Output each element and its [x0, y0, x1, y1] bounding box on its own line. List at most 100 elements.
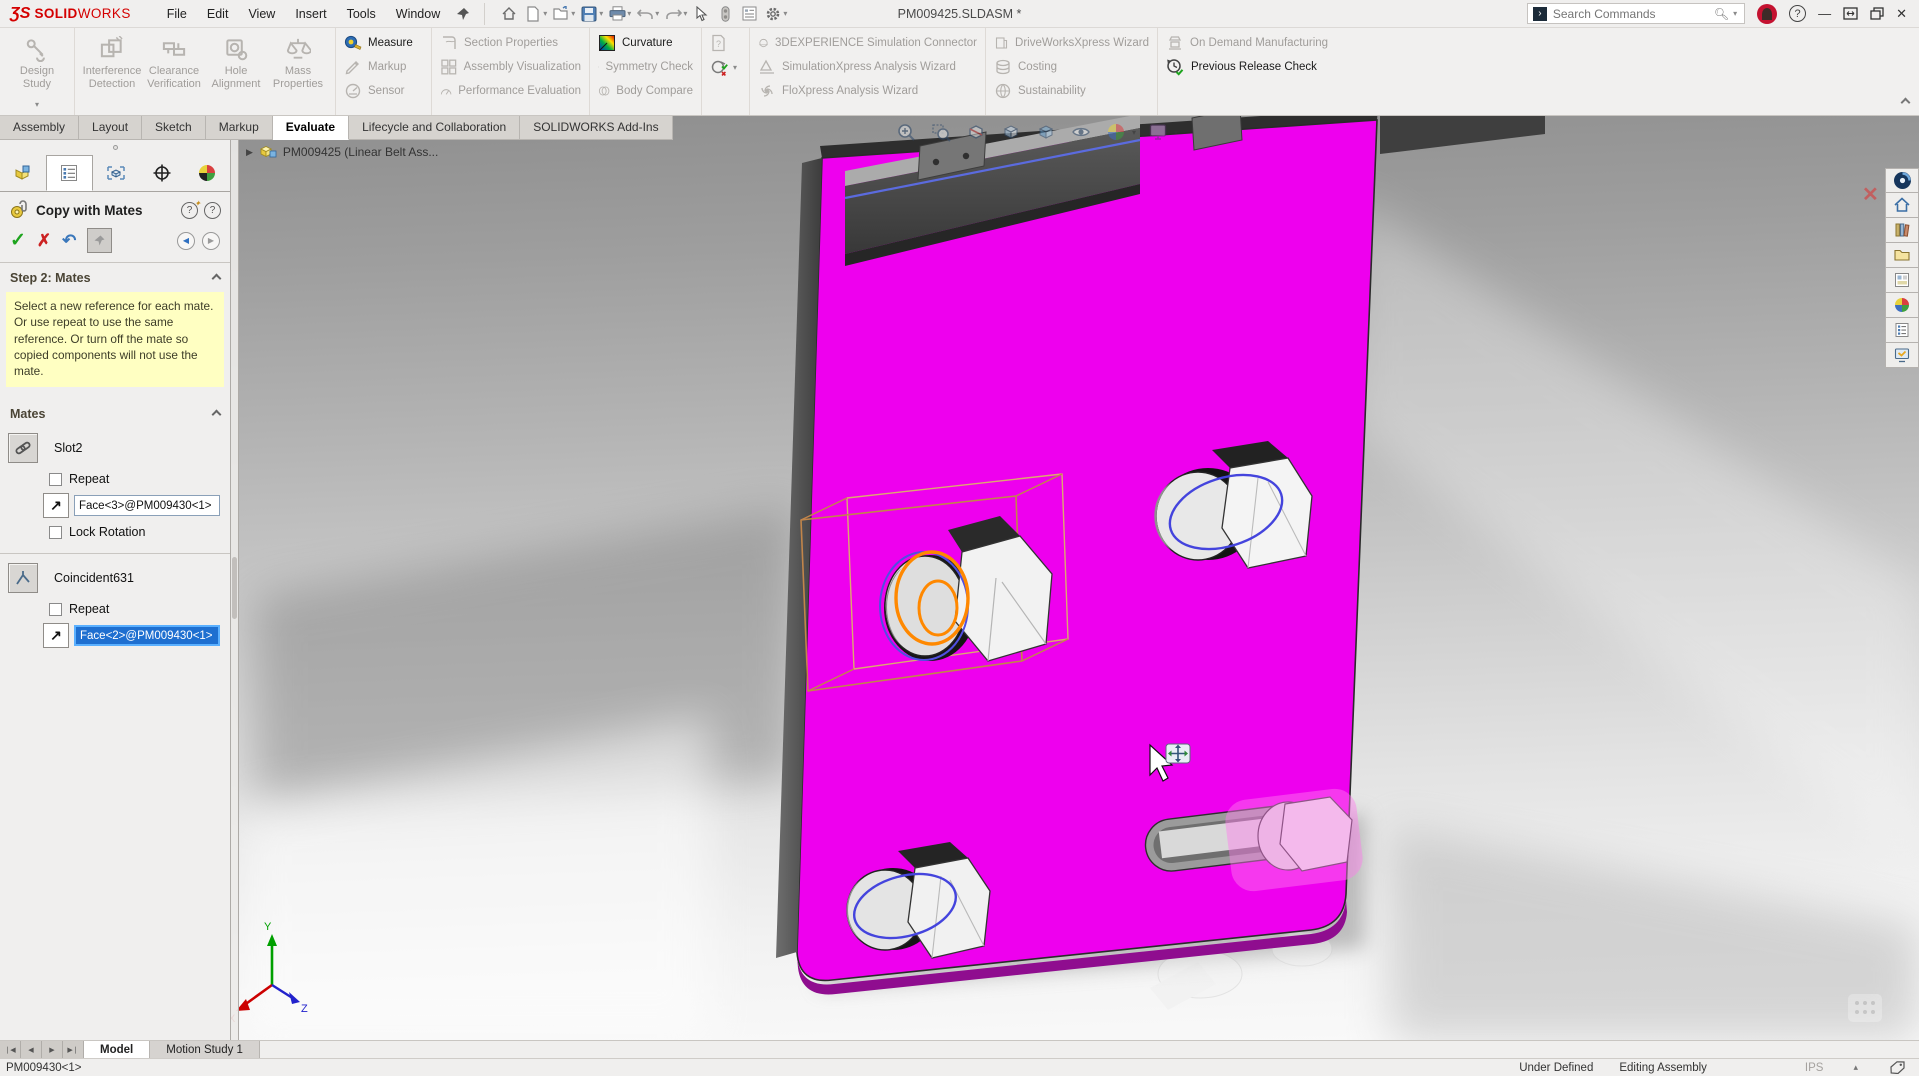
- forward-button[interactable]: ▶: [202, 232, 220, 250]
- mate-name[interactable]: Slot2: [54, 441, 83, 455]
- performance-evaluation-button[interactable]: Performance Evaluation: [440, 80, 581, 102]
- reference-arrow-icon[interactable]: ↗: [43, 623, 69, 648]
- help-icon[interactable]: ?: [1789, 5, 1806, 22]
- search-commands-input[interactable]: [1553, 7, 1708, 21]
- undo-icon[interactable]: [633, 3, 657, 25]
- previous-release-check-button[interactable]: Previous Release Check: [1166, 56, 1356, 78]
- print-caret[interactable]: ▾: [627, 9, 631, 18]
- view-orientation-icon[interactable]: [998, 120, 1024, 144]
- menu-file[interactable]: File: [157, 3, 197, 25]
- tab-assembly[interactable]: Assembly: [0, 116, 79, 140]
- appearance-caret[interactable]: ▾: [1132, 128, 1136, 137]
- open-caret[interactable]: ▾: [571, 9, 575, 18]
- open-icon[interactable]: [549, 3, 573, 25]
- sustainability-button[interactable]: Sustainability: [994, 80, 1149, 102]
- menu-window[interactable]: Window: [386, 3, 450, 25]
- dimxpert-manager-tab-icon[interactable]: [139, 155, 185, 191]
- panel-help-icon[interactable]: ?: [204, 202, 221, 219]
- breadcrumb-label[interactable]: PM009425 (Linear Belt Ass...: [283, 145, 438, 159]
- property-manager-tab-icon[interactable]: [46, 155, 94, 191]
- options-caret[interactable]: ▾: [783, 9, 787, 18]
- model-canvas[interactable]: Y X Z: [0, 116, 1919, 1040]
- search-commands-box[interactable]: › 🔍︎ ▾: [1527, 3, 1745, 24]
- panel-collapse-grip[interactable]: [0, 140, 230, 155]
- minimize-button[interactable]: —: [1818, 6, 1831, 21]
- coincident-mate-icon[interactable]: [8, 563, 38, 593]
- simulation-connector-button[interactable]: 3DEXPERIENCE Simulation Connector: [758, 32, 977, 54]
- redo-icon[interactable]: [661, 3, 685, 25]
- threedexperience-tab-icon[interactable]: [1885, 168, 1919, 193]
- save-icon[interactable]: [577, 3, 601, 25]
- custom-properties-tab-icon[interactable]: [1885, 318, 1919, 343]
- menu-edit[interactable]: Edit: [197, 3, 239, 25]
- curvature-button[interactable]: Curvature: [598, 32, 693, 54]
- apply-scene-icon[interactable]: [1145, 120, 1171, 144]
- zoom-area-icon[interactable]: [928, 120, 954, 144]
- model-tab[interactable]: Model: [84, 1041, 150, 1058]
- file-explorer-tab-icon[interactable]: [1885, 243, 1919, 268]
- tab-layout[interactable]: Layout: [79, 116, 142, 140]
- edit-appearance-icon[interactable]: [1103, 120, 1129, 144]
- next-study-button[interactable]: ▶: [42, 1041, 63, 1058]
- driveworksxpress-button[interactable]: DriveWorksXpress Wizard: [994, 32, 1149, 54]
- back-button[interactable]: ◀: [177, 232, 195, 250]
- menu-insert[interactable]: Insert: [285, 3, 336, 25]
- user-avatar[interactable]: [1757, 4, 1777, 24]
- new-document-icon[interactable]: [521, 3, 545, 25]
- breadcrumb-expand-icon[interactable]: ▶: [246, 147, 253, 158]
- assembly-visualization-button[interactable]: Assembly Visualization: [440, 56, 581, 78]
- search-caret[interactable]: ▾: [1733, 9, 1737, 18]
- last-study-button[interactable]: ▶❘: [63, 1041, 84, 1058]
- splitter-thumb[interactable]: [232, 557, 237, 619]
- search-icon[interactable]: 🔍︎: [1714, 7, 1729, 21]
- section-properties-button[interactable]: Section Properties: [440, 32, 581, 54]
- mates-header[interactable]: Mates: [0, 399, 230, 426]
- collapse-chevron-icon[interactable]: [212, 409, 222, 419]
- select-arrow-icon[interactable]: [689, 3, 713, 25]
- forum-tab-icon[interactable]: [1885, 343, 1919, 368]
- measure-button[interactable]: Measure: [344, 32, 423, 54]
- costing-button[interactable]: Costing: [994, 56, 1149, 78]
- home-icon[interactable]: [497, 3, 521, 25]
- view-palette-tab-icon[interactable]: [1885, 268, 1919, 293]
- options-gear-icon[interactable]: [761, 3, 785, 25]
- menu-tools[interactable]: Tools: [337, 3, 386, 25]
- print-icon[interactable]: [605, 3, 629, 25]
- collapse-chevron-icon[interactable]: [212, 273, 222, 283]
- cancel-button[interactable]: ✗: [37, 231, 51, 251]
- motion-study-tab[interactable]: Motion Study 1: [150, 1041, 260, 1058]
- tab-addins[interactable]: SOLIDWORKS Add-Ins: [520, 116, 672, 140]
- whats-new-help-icon[interactable]: ?✦: [181, 202, 198, 219]
- on-demand-manufacturing-button[interactable]: On Demand Manufacturing: [1166, 32, 1356, 54]
- close-button[interactable]: ✕: [1896, 6, 1907, 22]
- hole-alignment-button[interactable]: Hole Alignment: [205, 31, 267, 112]
- panel-splitter[interactable]: [231, 140, 239, 1040]
- slot-reference-field[interactable]: Face<3>@PM009430<1>: [74, 495, 220, 516]
- check-active-document-button[interactable]: ▾: [710, 56, 741, 78]
- floxpress-button[interactable]: FloXpress Analysis Wizard: [758, 80, 977, 102]
- tab-sketch[interactable]: Sketch: [142, 116, 206, 140]
- ok-button[interactable]: ✓: [10, 229, 26, 252]
- undo-caret[interactable]: ▾: [655, 9, 659, 18]
- slot-mate-icon[interactable]: [8, 433, 38, 463]
- units-caret-icon[interactable]: ▴: [1853, 1062, 1858, 1073]
- tab-lifecycle[interactable]: Lifecycle and Collaboration: [349, 116, 520, 140]
- section-view-icon[interactable]: [963, 120, 989, 144]
- coincident-reference-field[interactable]: Face<2>@PM009430<1>: [74, 625, 220, 646]
- first-study-button[interactable]: ❘◀: [0, 1041, 21, 1058]
- body-compare-button[interactable]: Body Compare: [598, 80, 693, 102]
- repeat-checkbox[interactable]: [49, 603, 62, 616]
- design-study-button[interactable]: Design Study ▾: [6, 31, 68, 112]
- save-caret[interactable]: ▾: [599, 9, 603, 18]
- check-tool-caret[interactable]: ▾: [733, 63, 737, 72]
- rebuild-icon[interactable]: [713, 3, 737, 25]
- tag-icon[interactable]: [1890, 1061, 1905, 1074]
- appearances-scenes-tab-icon[interactable]: [1885, 293, 1919, 318]
- step2-header[interactable]: Step 2: Mates: [0, 263, 230, 290]
- span-displays-button[interactable]: [1843, 7, 1858, 20]
- repeat-checkbox[interactable]: [49, 473, 62, 486]
- sensor-button[interactable]: Sensor: [344, 80, 423, 102]
- reference-arrow-icon[interactable]: ↗: [43, 493, 69, 518]
- feature-manager-tab-icon[interactable]: [0, 155, 46, 191]
- configuration-manager-tab-icon[interactable]: [93, 155, 139, 191]
